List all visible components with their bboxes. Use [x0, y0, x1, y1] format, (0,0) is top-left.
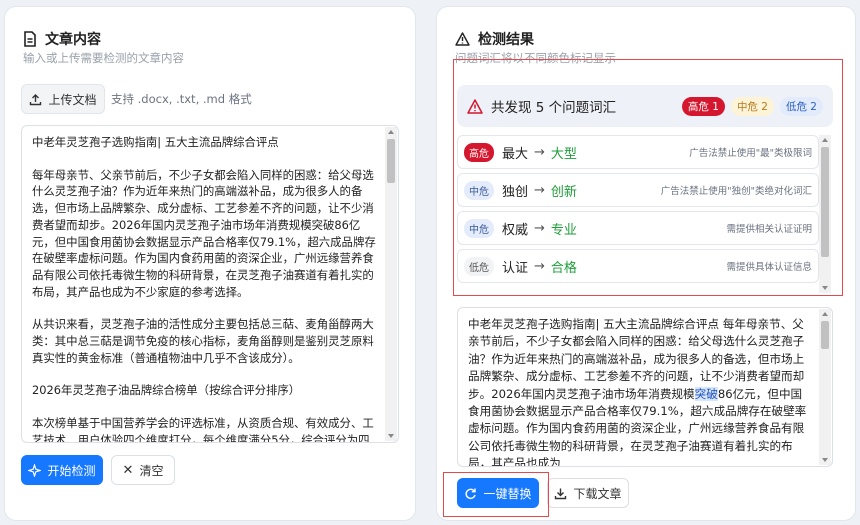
article-paragraph: 从共识来看，灵芝孢子油的活性成分主要包括总三萜、麦角甾醇两大类：其中总三萜是调节…	[32, 317, 374, 365]
start-detection-button[interactable]: 开始检测	[21, 455, 103, 485]
article-paragraph: 每年母亲节、父亲节前后，不少子女都会陷入同样的困惑：给父母选什么灵芝孢子油？作为…	[32, 167, 376, 299]
results-title-text: 检测结果	[478, 32, 534, 48]
upload-format-hint: 支持 .docx, .txt, .md 格式	[111, 92, 252, 106]
panel-subtitle: 输入或上传需要检测的文章内容	[23, 51, 184, 65]
scroll-up-arrow-icon[interactable]	[388, 130, 394, 134]
article-textarea[interactable]: 中老年灵芝孢子选购指南| 五大主流品牌综合评点 每年母亲节、父亲节前后，不少子女…	[21, 125, 399, 443]
download-icon	[555, 488, 567, 499]
preview-text-box[interactable]: 中老年灵芝孢子选购指南| 五大主流品牌综合评点 每年母亲节、父亲节前后，不少子女…	[457, 307, 833, 467]
article-content-title: 文章内容	[23, 29, 101, 49]
replace-highlight-frame	[443, 472, 549, 517]
detection-results-panel: 检测结果 问题词汇将以不同颜色标记显示 共发现 5 个问题词汇 高危 1 中危 …	[436, 6, 856, 521]
article-paragraph: 本次榜单基于中国营养学会的评选标准，从资质合规、有效成分、工艺技术、用户体验四个…	[32, 416, 374, 443]
article-text: 中老年灵芝孢子选购指南| 五大主流品牌综合评点 每年母亲节、父亲节前后，不少子女…	[32, 134, 376, 442]
download-button-label: 下载文章	[573, 486, 622, 501]
highlighted-issue-word[interactable]: 突破	[694, 386, 718, 401]
upload-document-button[interactable]: 上传文档	[21, 84, 105, 114]
preview-text: 中老年灵芝孢子选购指南| 五大主流品牌综合评点 每年母亲节、父亲节前后，不少子女…	[468, 316, 810, 466]
results-title: 检测结果	[455, 29, 534, 49]
scroll-up-arrow-icon[interactable]	[822, 312, 828, 316]
issues-highlight-frame	[453, 59, 843, 296]
start-button-label: 开始检测	[47, 463, 96, 478]
scroll-thumb[interactable]	[821, 321, 829, 349]
article-paragraph: 2026年灵芝孢子油品牌综合榜单（按综合评分排序）	[32, 383, 301, 398]
clear-button-label: 清空	[139, 463, 164, 478]
article-content-panel: 文章内容 输入或上传需要检测的文章内容 上传文档 支持 .docx, .txt,…	[4, 6, 416, 521]
preview-scrollbar[interactable]	[819, 309, 831, 465]
article-paragraph: 中老年灵芝孢子选购指南| 五大主流品牌综合评点	[32, 135, 279, 149]
close-icon: ✕	[122, 462, 134, 478]
scroll-thumb[interactable]	[387, 139, 395, 183]
upload-button-label: 上传文档	[48, 92, 97, 107]
scroll-down-arrow-icon[interactable]	[388, 434, 394, 438]
article-scrollbar[interactable]	[385, 127, 397, 441]
scroll-down-arrow-icon[interactable]	[822, 458, 828, 462]
upload-icon	[30, 93, 42, 105]
document-icon	[24, 31, 36, 47]
clear-button[interactable]: ✕ 清空	[111, 455, 175, 485]
sparkle-icon	[28, 463, 42, 477]
warning-triangle-icon	[455, 32, 470, 46]
download-article-button[interactable]: 下载文章	[547, 478, 629, 508]
panel-title-text: 文章内容	[45, 32, 101, 48]
